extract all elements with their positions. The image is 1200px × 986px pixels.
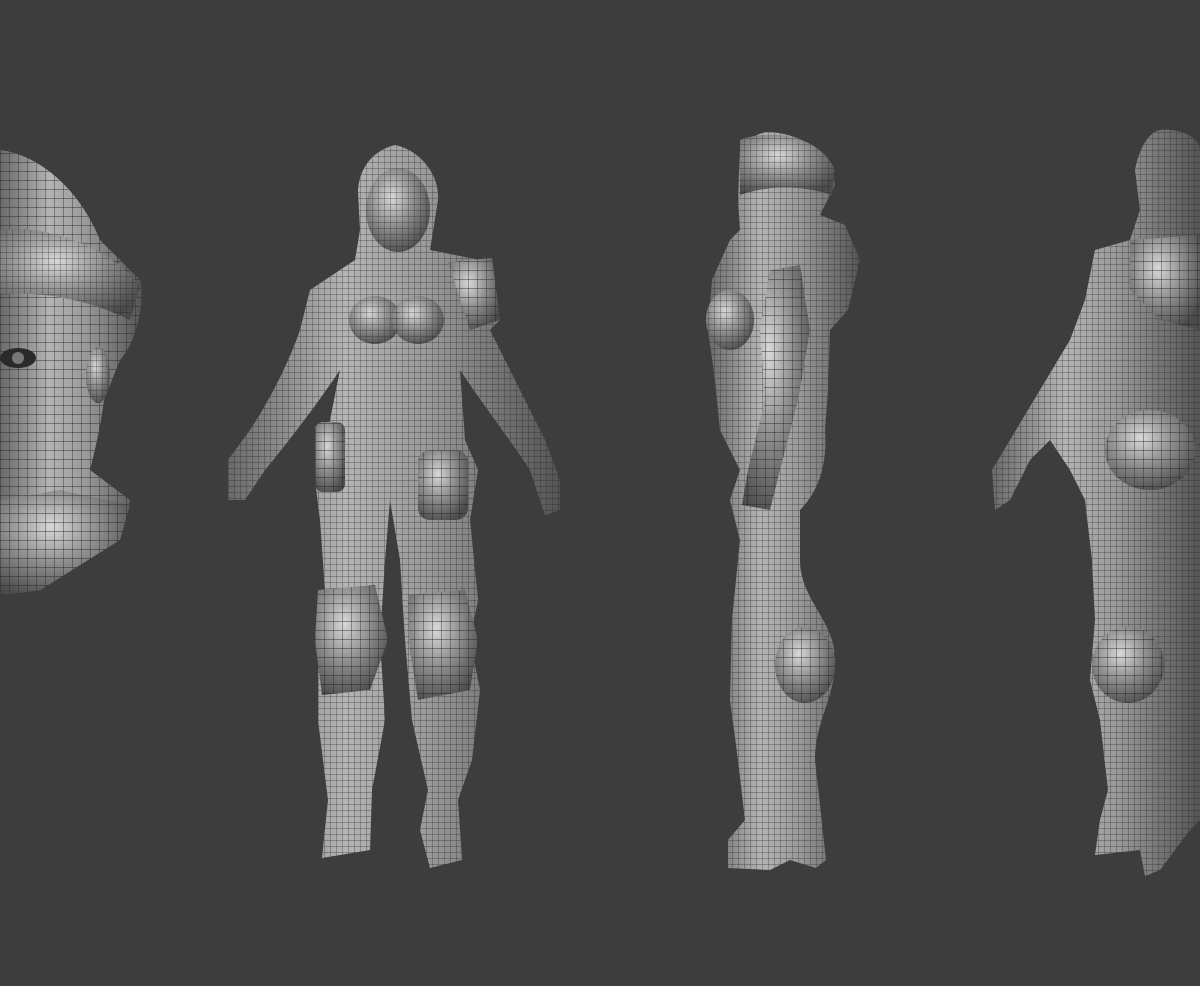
render-viewport <box>0 0 1200 986</box>
side-view <box>706 132 860 870</box>
front-view <box>228 145 560 868</box>
character-renders <box>0 129 1200 877</box>
back-view <box>992 129 1200 877</box>
head-closeup-view <box>0 150 142 595</box>
